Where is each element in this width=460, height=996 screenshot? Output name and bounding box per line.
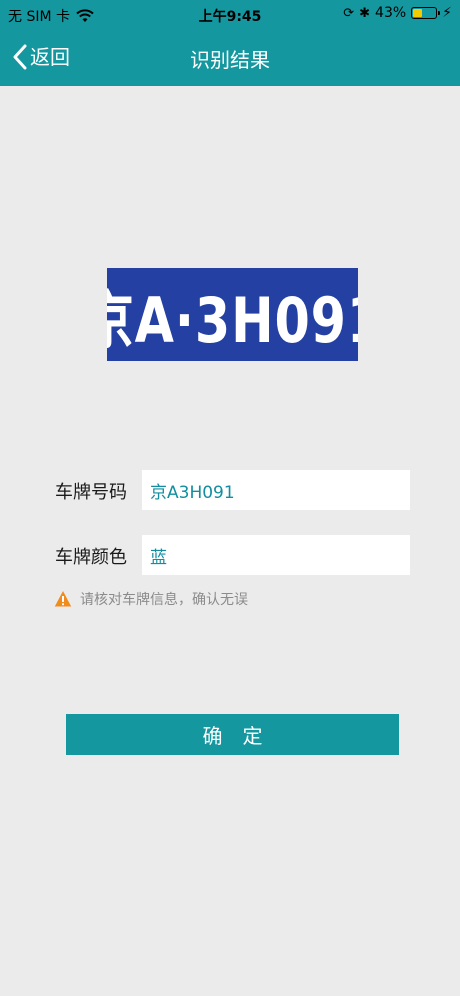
plate-color-input[interactable] xyxy=(142,535,410,575)
nav-bar: 返回 识别结果 xyxy=(0,30,460,86)
plate-number-input[interactable] xyxy=(142,470,410,510)
orientation-lock-icon: ⟳ xyxy=(343,5,355,21)
battery-cap xyxy=(438,11,441,15)
page-title: 识别结果 xyxy=(190,48,270,72)
warning-icon xyxy=(54,591,72,607)
license-plate-image: 京A·3H091 xyxy=(107,268,358,361)
charging-icon: ⚡ xyxy=(442,5,452,21)
plate-number-label: 车牌号码 xyxy=(55,482,127,503)
battery-icon xyxy=(411,7,441,19)
battery-percent: 43% xyxy=(375,5,407,21)
verify-warning: 请核对车牌信息，确认无误 xyxy=(54,589,248,609)
battery-fill xyxy=(413,9,423,17)
confirm-button[interactable]: 确定 xyxy=(66,714,399,755)
recognition-result-screen: 无 SIM 卡 上午9:45 ⟳ ✱ 43% ⚡ 返回 识别结果 A·3H09 … xyxy=(0,0,460,996)
warning-text: 请核对车牌信息，确认无误 xyxy=(80,592,248,608)
plate-number-row: 车牌号码 xyxy=(0,470,460,510)
header: 无 SIM 卡 上午9:45 ⟳ ✱ 43% ⚡ 返回 识别结果 xyxy=(0,0,460,86)
status-right: ⟳ ✱ 43% ⚡ xyxy=(343,5,452,21)
status-bar: 无 SIM 卡 上午9:45 ⟳ ✱ 43% ⚡ xyxy=(0,0,460,30)
plate-color-row: 车牌颜色 xyxy=(0,535,460,575)
plate-image-text: 京A·3H091 xyxy=(107,283,358,357)
plate-color-label: 车牌颜色 xyxy=(55,547,127,568)
bluetooth-icon: ✱ xyxy=(359,5,371,21)
